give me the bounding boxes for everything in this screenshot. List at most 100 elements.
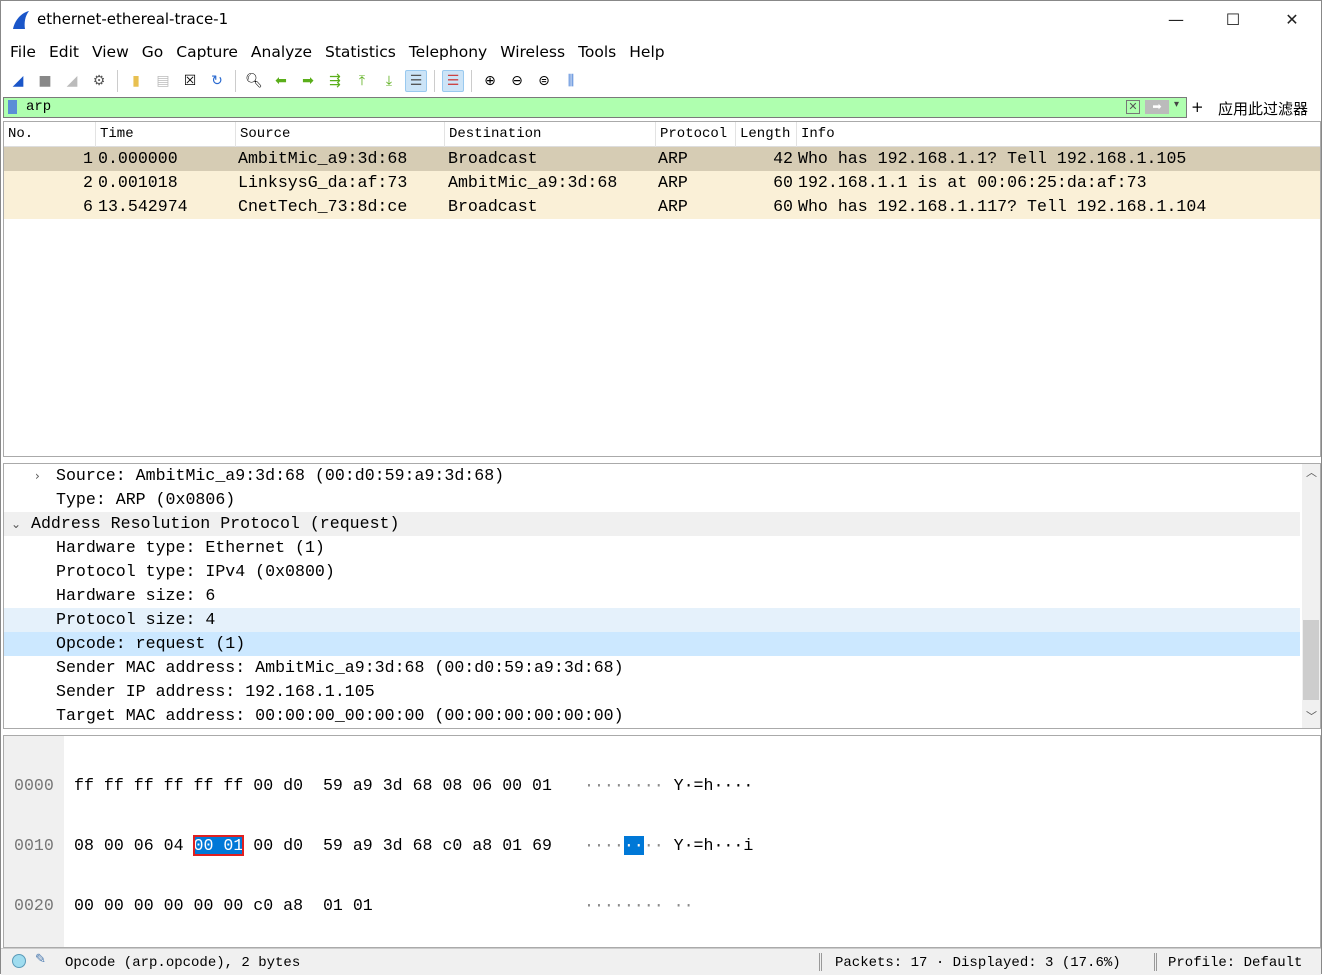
selected-bytes[interactable]: 00 01 <box>192 835 245 856</box>
minimize-button[interactable]: — <box>1147 5 1205 35</box>
status-field-info: Opcode (arp.opcode), 2 bytes <box>65 955 301 971</box>
column-header-length[interactable]: Length <box>736 122 797 147</box>
open-file-icon[interactable]: ▮ <box>125 70 147 92</box>
offset: 0000 <box>14 776 54 795</box>
apply-filter-arrow-icon[interactable]: ➡ <box>1145 100 1169 114</box>
toolbar-divider <box>471 69 472 92</box>
close-file-icon[interactable]: ☒ <box>179 70 201 92</box>
scroll-down-icon[interactable]: ﹀ <box>1306 708 1317 724</box>
menu-capture[interactable]: Capture <box>171 39 246 65</box>
packet-row[interactable]: 6 13.542974 CnetTech_73:8d:ce Broadcast … <box>4 195 1320 219</box>
find-packet-icon[interactable]: 🔍︎ <box>243 70 265 92</box>
auto-scroll-icon[interactable]: ☰ <box>405 69 427 92</box>
scroll-up-icon[interactable]: ︿ <box>1306 464 1317 480</box>
packet-details-tree: › Source: AmbitMic_a9:3d:68 (00:d0:59:a9:… <box>3 463 1321 729</box>
zoom-normal-icon[interactable]: ⊜ <box>533 70 555 92</box>
cell-length: 42 <box>773 149 793 168</box>
menu-tools[interactable]: Tools <box>573 39 624 65</box>
stop-capture-icon[interactable]: ■ <box>34 70 56 92</box>
cell-source: CnetTech_73:8d:ce <box>238 197 408 216</box>
go-forward-icon[interactable]: ➡ <box>297 70 319 92</box>
reload-file-icon[interactable]: ↻ <box>206 70 228 92</box>
ascii-row[interactable]: ········ Y·=h···i <box>584 835 753 857</box>
tree-item-selected[interactable]: Opcode: request (1) <box>4 632 1300 656</box>
ascii-row[interactable]: ········ ·· <box>584 895 753 917</box>
column-header-protocol[interactable]: Protocol <box>656 122 736 147</box>
column-header-info[interactable]: Info <box>797 122 1320 147</box>
details-scrollbar[interactable]: ︿ ﹀ <box>1302 464 1320 728</box>
selected-ascii: ·· <box>623 836 644 855</box>
menu-statistics[interactable]: Statistics <box>320 39 404 65</box>
expand-chevron-icon[interactable]: › <box>35 464 40 488</box>
maximize-button[interactable]: ☐ <box>1204 5 1262 35</box>
title-bar: ethernet-ethereal-trace-1 — ☐ ✕ <box>1 1 1321 39</box>
column-header-time[interactable]: Time <box>96 122 236 147</box>
toolbar-divider <box>235 69 236 92</box>
offset: 0020 <box>14 896 54 915</box>
packet-row[interactable]: 1 0.000000 AmbitMic_a9:3d:68 Broadcast A… <box>4 147 1320 171</box>
cell-destination: Broadcast <box>448 197 538 216</box>
tree-item[interactable]: › Source: AmbitMic_a9:3d:68 (00:d0:59:a9:… <box>4 464 1300 488</box>
menu-file[interactable]: File <box>5 39 44 65</box>
save-file-icon[interactable]: ▤ <box>152 70 174 92</box>
zoom-in-icon[interactable]: ⊕ <box>479 70 501 92</box>
tree-item[interactable]: Type: ARP (0x0806) <box>4 488 1300 512</box>
status-profile[interactable]: Profile: Default <box>1168 955 1302 971</box>
tree-item[interactable]: Target MAC address: 00:00:00_00:00:00 (0… <box>4 704 1300 728</box>
restart-capture-icon[interactable]: ◢ <box>61 70 83 92</box>
apply-filter-button[interactable]: 应用此过滤器 <box>1218 98 1308 119</box>
tree-item[interactable]: Sender IP address: 192.168.1.105 <box>4 680 1300 704</box>
menu-wireless[interactable]: Wireless <box>495 39 573 65</box>
menu-go[interactable]: Go <box>137 39 172 65</box>
start-capture-icon[interactable]: ◢ <box>7 70 29 92</box>
menu-view[interactable]: View <box>87 39 137 65</box>
tree-item[interactable]: Protocol type: IPv4 (0x0800) <box>4 560 1300 584</box>
hex-dump[interactable]: ff ff ff ff ff ff 00 d0 59 a9 3d 68 08 0… <box>74 737 552 955</box>
resize-columns-icon[interactable]: ⫼ <box>560 70 582 92</box>
tree-item[interactable]: Hardware type: Ethernet (1) <box>4 536 1300 560</box>
packet-row[interactable]: 2 0.001018 LinksysG_da:af:73 AmbitMic_a9… <box>4 171 1320 195</box>
filter-history-dropdown-icon[interactable]: ▾ <box>1174 99 1179 110</box>
hex-row[interactable]: 00 00 00 00 00 00 c0 a8 01 01 <box>74 895 552 917</box>
edit-comment-icon[interactable]: ✎ <box>35 952 46 967</box>
scrollbar-thumb[interactable] <box>1303 620 1319 700</box>
status-packets: Packets: 17 · Displayed: 3 (17.6%) <box>835 955 1121 971</box>
colorize-icon[interactable]: ☰ <box>442 69 464 92</box>
capture-options-icon[interactable]: ⚙ <box>88 70 110 92</box>
tree-item[interactable]: Hardware size: 6 <box>4 584 1300 608</box>
offsets: 0000 0010 0020 <box>14 737 54 955</box>
tree-item[interactable]: Protocol size: 4 <box>4 608 1300 632</box>
expert-info-icon[interactable] <box>12 954 26 968</box>
column-header-no[interactable]: No. <box>4 122 96 147</box>
hex-row[interactable]: ff ff ff ff ff ff 00 d0 59 a9 3d 68 08 0… <box>74 775 552 797</box>
menu-telephony[interactable]: Telephony <box>404 39 495 65</box>
status-divider[interactable] <box>1154 953 1157 971</box>
display-filter-input[interactable] <box>26 99 1116 115</box>
go-first-icon[interactable]: ⤒ <box>351 70 373 92</box>
menu-help[interactable]: Help <box>624 39 672 65</box>
tree-item[interactable]: Sender MAC address: AmbitMic_a9:3d:68 (0… <box>4 656 1300 680</box>
packet-list: No. Time Source Destination Protocol Len… <box>3 121 1321 457</box>
column-header-source[interactable]: Source <box>236 122 445 147</box>
cell-info: 192.168.1.1 is at 00:06:25:da:af:73 <box>798 173 1147 192</box>
menu-bar: File Edit View Go Capture Analyze Statis… <box>1 39 1321 65</box>
ascii-row[interactable]: ········ Y·=h···· <box>584 775 753 797</box>
add-filter-button[interactable]: + <box>1191 98 1204 116</box>
ascii-dump[interactable]: ········ Y·=h···· ········ Y·=h···i ····… <box>584 737 753 955</box>
menu-edit[interactable]: Edit <box>44 39 87 65</box>
tree-item[interactable]: ⌄ Address Resolution Protocol (request) <box>4 512 1300 536</box>
cell-protocol: ARP <box>658 149 688 168</box>
go-to-packet-icon[interactable]: ⇶ <box>324 70 346 92</box>
hex-row[interactable]: 08 00 06 04 00 01 00 d0 59 a9 3d 68 c0 a… <box>74 835 552 857</box>
collapse-chevron-icon[interactable]: ⌄ <box>11 512 21 536</box>
cell-time: 0.001018 <box>98 173 178 192</box>
status-divider[interactable] <box>819 953 822 971</box>
close-button[interactable]: ✕ <box>1263 5 1321 35</box>
go-back-icon[interactable]: ⬅ <box>270 70 292 92</box>
zoom-out-icon[interactable]: ⊖ <box>506 70 528 92</box>
go-last-icon[interactable]: ⤓ <box>378 70 400 92</box>
menu-analyze[interactable]: Analyze <box>246 39 320 65</box>
bookmark-icon[interactable] <box>8 100 17 114</box>
column-header-destination[interactable]: Destination <box>445 122 656 147</box>
clear-filter-icon[interactable]: ✕ <box>1126 100 1140 114</box>
